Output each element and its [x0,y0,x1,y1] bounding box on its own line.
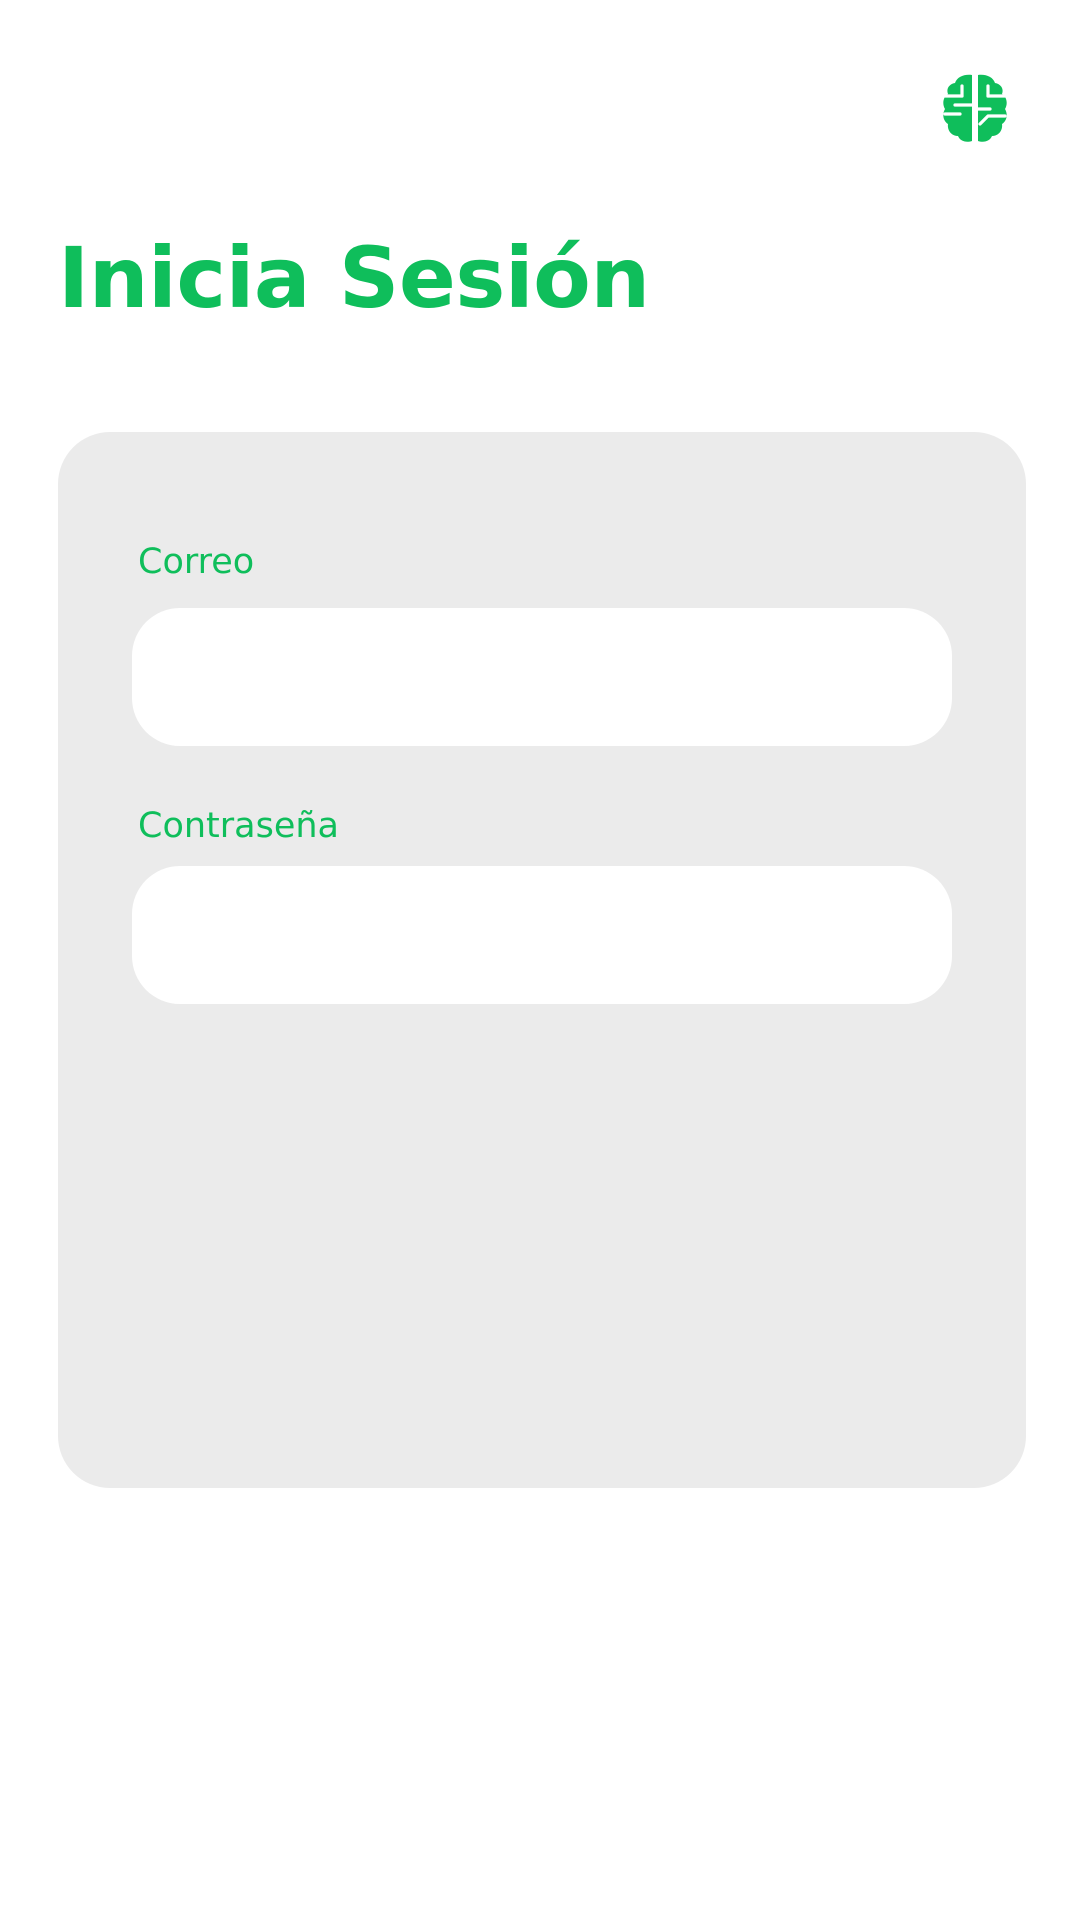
password-field[interactable] [132,866,952,1004]
page-title: Inicia Sesión [58,229,650,327]
brain-icon [943,74,1007,142]
email-field[interactable] [132,608,952,746]
password-label: Contraseña [138,806,339,846]
email-label: Correo [138,542,255,582]
login-form-card: Correo Contraseña [58,432,1026,1488]
